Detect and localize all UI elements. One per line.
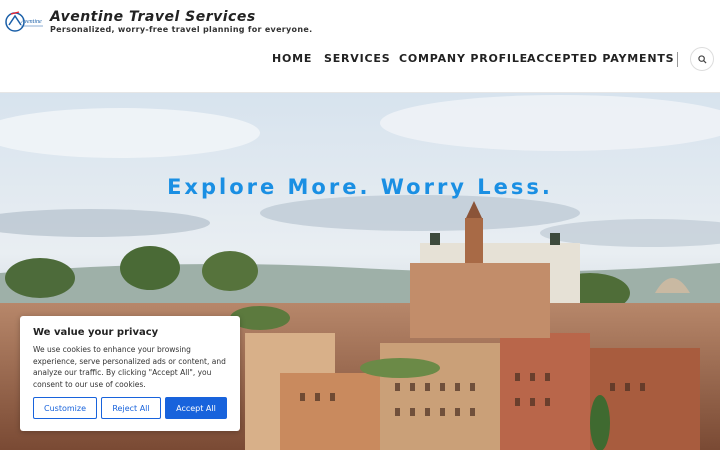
cookie-consent-banner: We value your privacy We use cookies to … [20,316,240,431]
hero-headline: Explore More. Worry Less. [167,175,553,199]
customize-button[interactable]: Customize [33,397,97,419]
nav-divider [677,52,678,67]
cookie-banner-title: We value your privacy [33,327,159,338]
reject-all-button[interactable]: Reject All [101,397,161,419]
accept-all-button[interactable]: Accept All [165,397,227,419]
nav-item-services[interactable]: SERVICES [324,52,390,65]
search-icon [697,54,707,64]
nav-item-company-profile[interactable]: COMPANY PROFILE [399,52,528,65]
search-button[interactable] [690,47,714,71]
site-header: Aventine Aventine Travel Services Person… [0,0,720,93]
cookie-banner-text: We use cookies to enhance your browsing … [33,345,226,389]
svg-text:Aventine: Aventine [20,19,42,25]
site-tagline: Personalized, worry-free travel planning… [50,25,313,34]
site-title[interactable]: Aventine Travel Services [50,9,256,25]
nav-item-home[interactable]: HOME [272,52,312,65]
site-logo[interactable]: Aventine [5,10,45,34]
nav-item-accepted-payments[interactable]: ACCEPTED PAYMENTS [527,52,674,65]
